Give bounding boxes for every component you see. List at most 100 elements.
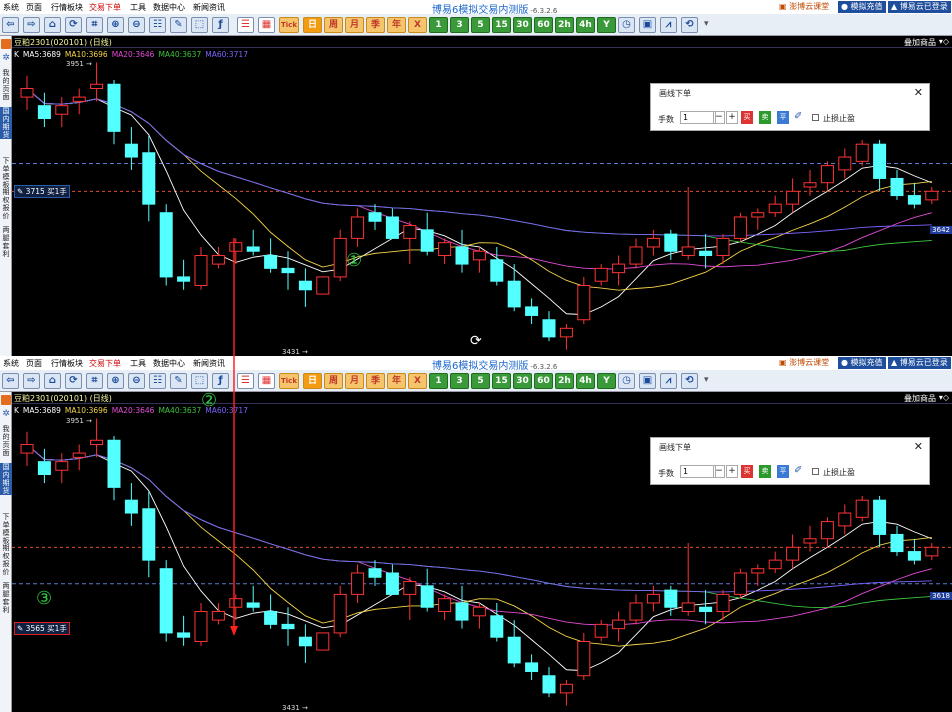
menu-trade[interactable]: 交易下单 bbox=[89, 358, 121, 369]
collapse-icon[interactable] bbox=[1, 39, 11, 49]
x-button[interactable]: X bbox=[408, 17, 427, 33]
list-red-icon[interactable]: ☰ bbox=[237, 373, 254, 389]
home-icon[interactable]: ⌂ bbox=[44, 373, 61, 389]
x-button[interactable]: X bbox=[408, 373, 427, 389]
bar-chart-icon[interactable]: ▦ bbox=[258, 17, 275, 33]
bar-chart-icon[interactable]: ▦ bbox=[258, 373, 275, 389]
menu-system[interactable]: 系统 bbox=[3, 358, 19, 369]
zoom-in-icon[interactable]: ⊕ bbox=[107, 17, 124, 33]
period-button[interactable]: 日 bbox=[303, 17, 322, 33]
interval-button[interactable]: 2h bbox=[555, 373, 574, 389]
gear-icon[interactable]: ✲ bbox=[1, 53, 11, 63]
menu-page[interactable]: 页面 bbox=[26, 358, 42, 369]
sidebar-tab[interactable]: 期权报价 bbox=[0, 188, 12, 220]
menu-market[interactable]: 行情板块 bbox=[51, 358, 83, 369]
sidebar-tab[interactable]: 我的页面 bbox=[0, 425, 12, 457]
interval-button[interactable]: 3 bbox=[450, 373, 469, 389]
menu-tools[interactable]: 工具 bbox=[130, 2, 146, 13]
select-icon[interactable]: ⬚ bbox=[191, 373, 208, 389]
period-button[interactable]: 季 bbox=[366, 17, 385, 33]
qty-input[interactable] bbox=[680, 465, 716, 478]
buy-line-label[interactable]: ✎ 3565 买1手 bbox=[14, 622, 70, 635]
interval-button[interactable]: 1 bbox=[429, 373, 448, 389]
sidebar-tab[interactable]: 国内期货 bbox=[0, 463, 12, 495]
sim-recharge-button[interactable]: ● 模拟充值 bbox=[838, 1, 886, 13]
back-icon[interactable]: ⇦ bbox=[2, 17, 19, 33]
interval-button[interactable]: Y bbox=[597, 373, 616, 389]
sidebar-tab[interactable]: 期权报价 bbox=[0, 544, 12, 576]
clock-icon[interactable]: ◷ bbox=[618, 17, 635, 33]
cloud-login-button[interactable]: ▲ 博易云已登录 bbox=[888, 357, 951, 369]
menu-data-center[interactable]: 数据中心 bbox=[153, 358, 185, 369]
menu-news[interactable]: 新闻资讯 bbox=[193, 358, 225, 369]
draw-icon[interactable]: ✎ bbox=[170, 373, 187, 389]
list-icon[interactable]: ☷ bbox=[149, 17, 166, 33]
cloud-class-button[interactable]: ▣ 澎博云课堂 bbox=[776, 357, 832, 369]
more-dropdown[interactable]: ▾ bbox=[704, 19, 709, 29]
menu-news[interactable]: 新闻资讯 bbox=[193, 2, 225, 13]
sim-recharge-button[interactable]: ● 模拟充值 bbox=[838, 357, 886, 369]
interval-button[interactable]: 5 bbox=[471, 373, 490, 389]
refresh-icon[interactable]: ⟳ bbox=[65, 17, 82, 33]
zoom-out-icon[interactable]: ⊖ bbox=[128, 373, 145, 389]
dropdown-icon[interactable]: ▾◇ bbox=[939, 37, 949, 46]
period-button[interactable]: 月 bbox=[345, 17, 364, 33]
back-icon[interactable]: ⇦ bbox=[2, 373, 19, 389]
flat-button[interactable]: 平 bbox=[777, 465, 789, 478]
select-icon[interactable]: ⬚ bbox=[191, 17, 208, 33]
stop-checkbox[interactable] bbox=[812, 468, 819, 475]
interval-button[interactable]: 5 bbox=[471, 17, 490, 33]
interval-button[interactable]: 15 bbox=[492, 373, 511, 389]
zoom-out-icon[interactable]: ⊖ bbox=[128, 17, 145, 33]
qty-minus-button[interactable]: − bbox=[713, 111, 725, 124]
eraser-icon[interactable]: ✐ bbox=[794, 465, 802, 476]
menu-tools[interactable]: 工具 bbox=[130, 358, 146, 369]
interval-button[interactable]: 30 bbox=[513, 17, 532, 33]
interval-button[interactable]: 4h bbox=[576, 373, 595, 389]
close-icon[interactable]: ✕ bbox=[914, 86, 923, 99]
stop-checkbox[interactable] bbox=[812, 114, 819, 121]
menu-data-center[interactable]: 数据中心 bbox=[153, 2, 185, 13]
interval-button[interactable]: 15 bbox=[492, 17, 511, 33]
sidebar-tab[interactable]: 国内期货 bbox=[0, 107, 12, 139]
list-red-icon[interactable]: ☰ bbox=[237, 17, 254, 33]
draw-icon[interactable]: ✎ bbox=[170, 17, 187, 33]
refresh-icon[interactable]: ⟳ bbox=[65, 373, 82, 389]
interval-button[interactable]: 60 bbox=[534, 17, 553, 33]
qty-input[interactable] bbox=[680, 111, 716, 124]
interval-button[interactable]: 30 bbox=[513, 373, 532, 389]
sync-icon[interactable]: ⟲ bbox=[681, 373, 698, 389]
period-button[interactable]: 周 bbox=[324, 373, 343, 389]
crop-icon[interactable]: ⌗ bbox=[86, 17, 103, 33]
forward-icon[interactable]: ⇨ bbox=[23, 17, 40, 33]
interval-button[interactable]: 2h bbox=[555, 17, 574, 33]
period-button[interactable]: 年 bbox=[387, 17, 406, 33]
crop-icon[interactable]: ⌗ bbox=[86, 373, 103, 389]
menu-system[interactable]: 系统 bbox=[3, 2, 19, 13]
sidebar-tab[interactable]: 下单模板 bbox=[0, 157, 12, 189]
draw-tool-icon[interactable]: ⩘ bbox=[660, 373, 677, 389]
formula-icon[interactable]: ƒ bbox=[212, 17, 229, 33]
interval-button[interactable]: 4h bbox=[576, 17, 595, 33]
cloud-class-button[interactable]: ▣ 澎博云课堂 bbox=[776, 1, 832, 13]
collapse-icon[interactable] bbox=[1, 395, 11, 405]
draw-tool-icon[interactable]: ⩘ bbox=[660, 17, 677, 33]
window-icon[interactable]: ▣ bbox=[639, 17, 656, 33]
formula-icon[interactable]: ƒ bbox=[212, 373, 229, 389]
forward-icon[interactable]: ⇨ bbox=[23, 373, 40, 389]
sync-icon[interactable]: ⟲ bbox=[681, 17, 698, 33]
interval-button[interactable]: 1 bbox=[429, 17, 448, 33]
qty-plus-button[interactable]: + bbox=[726, 111, 738, 124]
gear-icon[interactable]: ✲ bbox=[1, 409, 11, 419]
add-product-button[interactable]: 叠加商品 bbox=[904, 37, 936, 48]
cloud-login-button[interactable]: ▲ 博易云已登录 bbox=[888, 1, 951, 13]
clock-icon[interactable]: ◷ bbox=[618, 373, 635, 389]
tick-button[interactable]: Tick bbox=[279, 17, 299, 33]
buy-button[interactable]: 买 bbox=[741, 465, 753, 478]
list-icon[interactable]: ☷ bbox=[149, 373, 166, 389]
dropdown-icon[interactable]: ▾◇ bbox=[939, 393, 949, 402]
zoom-in-icon[interactable]: ⊕ bbox=[107, 373, 124, 389]
qty-minus-button[interactable]: − bbox=[713, 465, 725, 478]
sell-button[interactable]: 卖 bbox=[759, 111, 771, 124]
period-button[interactable]: 日 bbox=[303, 373, 322, 389]
